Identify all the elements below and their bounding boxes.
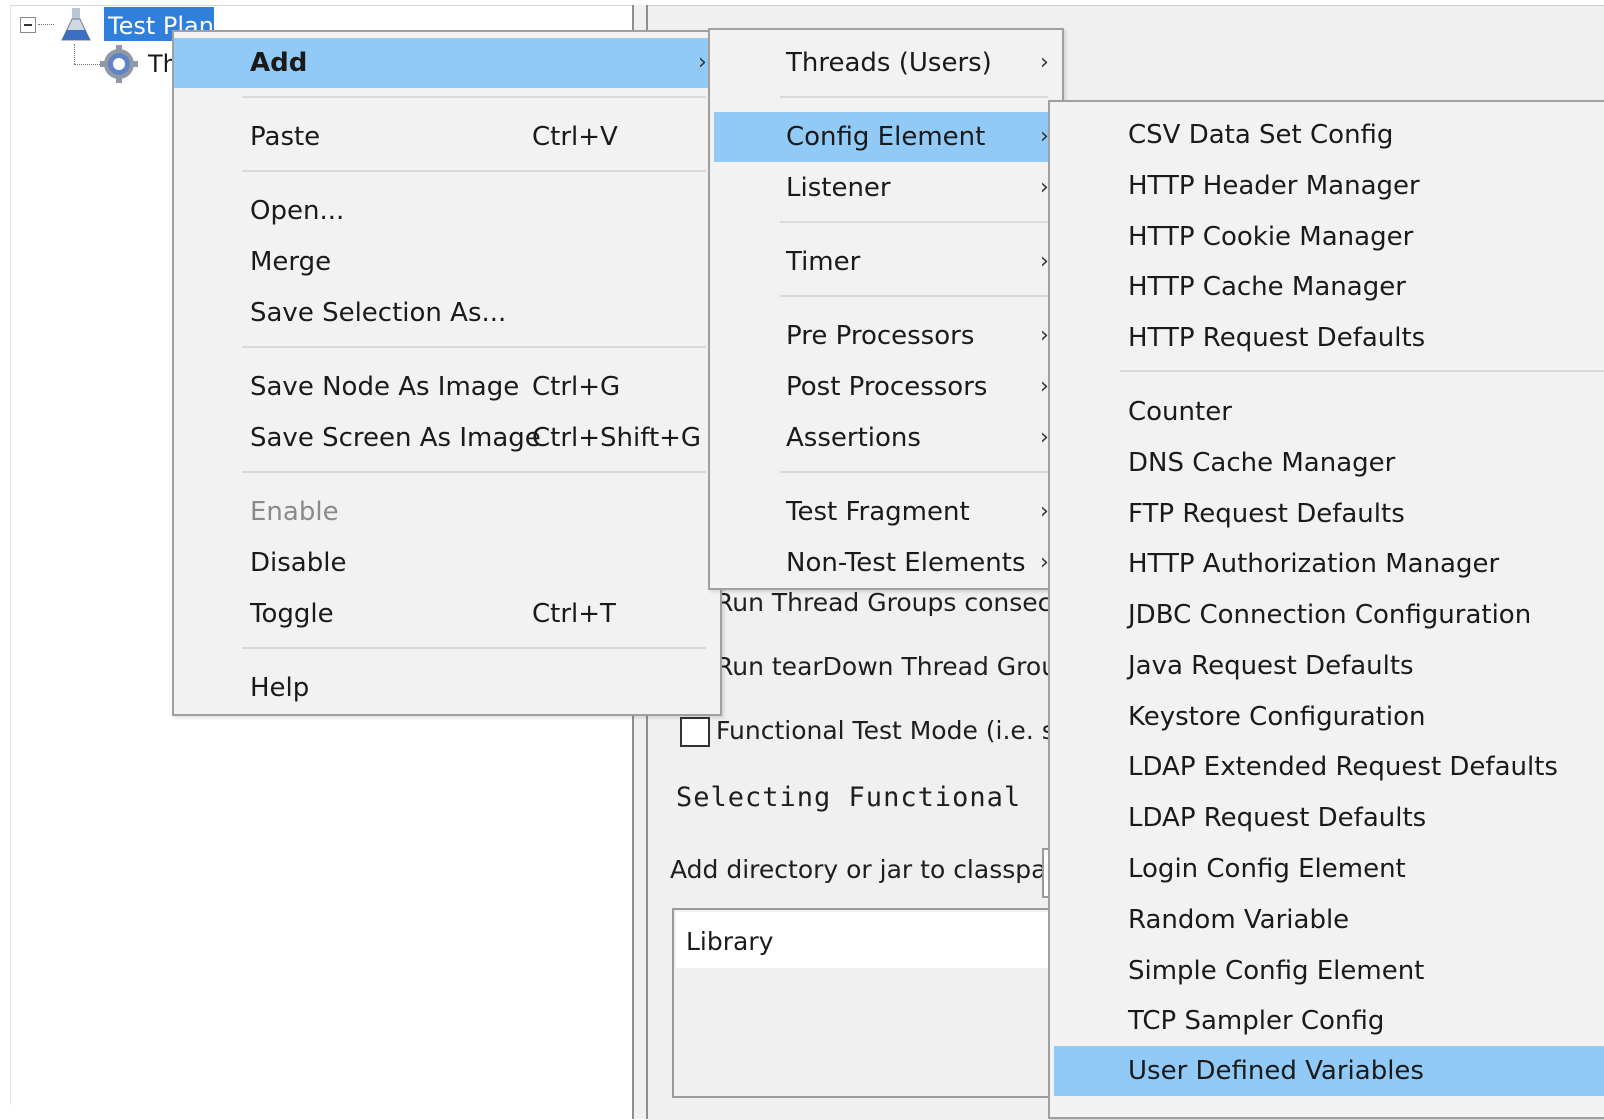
tree-node-thread-group[interactable]: Th	[148, 44, 174, 84]
menu-item-disable[interactable]: Disable	[174, 538, 720, 588]
menu-separator	[242, 346, 706, 348]
menu-separator	[242, 647, 706, 649]
menu-separator	[780, 221, 1048, 223]
menu-item-ftp-request-defaults[interactable]: FTP Request Defaults	[1050, 489, 1604, 539]
menu-item-post-processors[interactable]: Post Processors ›	[710, 362, 1062, 412]
menu-item-config-element[interactable]: Config Element ›	[714, 112, 1062, 162]
menu-item-http-cache-manager[interactable]: HTTP Cache Manager	[1050, 262, 1604, 312]
test-plan-flask-icon	[61, 8, 91, 41]
menu-separator	[1120, 370, 1604, 372]
menu-item-enable: Enable	[250, 497, 339, 527]
menu-item-user-defined-variables[interactable]: User Defined Variables	[1054, 1046, 1604, 1096]
library-column-header: Library	[676, 912, 1060, 968]
menu-item-dns-cache-manager[interactable]: DNS Cache Manager	[1050, 438, 1604, 488]
context-menu: Add › Paste Ctrl+V Open... Merge Save Se…	[172, 30, 722, 716]
menu-item-simple-config-element[interactable]: Simple Config Element	[1050, 946, 1604, 996]
add-classpath-label: Add directory or jar to classpath	[670, 855, 1042, 884]
menu-item-help[interactable]: Help	[174, 663, 720, 713]
menu-separator	[780, 96, 1048, 98]
menu-separator	[242, 96, 706, 98]
menu-item-save-node-image[interactable]: Save Node As Image Ctrl+G	[174, 362, 720, 412]
selecting-functional-note: Selecting Functional	[676, 782, 1022, 813]
menu-item-jdbc-connection-configuration[interactable]: JDBC Connection Configuration	[1050, 590, 1604, 640]
config-element-submenu: CSV Data Set Config HTTP Header Manager …	[1048, 100, 1604, 1119]
menu-item-toggle[interactable]: Toggle Ctrl+T	[174, 589, 720, 639]
menu-item-non-test-elements[interactable]: Non-Test Elements ›	[710, 538, 1062, 588]
functional-test-mode-checkbox[interactable]	[680, 717, 710, 747]
menu-item-http-header-manager[interactable]: HTTP Header Manager	[1050, 161, 1604, 211]
menu-item-test-fragment[interactable]: Test Fragment ›	[710, 487, 1062, 537]
menu-item-add[interactable]: Add ›	[174, 38, 720, 88]
menu-separator	[242, 170, 706, 172]
menu-separator	[780, 295, 1048, 297]
menu-separator	[780, 471, 1048, 473]
menu-item-merge[interactable]: Merge	[174, 237, 720, 287]
menu-item-pre-processors[interactable]: Pre Processors ›	[710, 311, 1062, 361]
menu-item-assertions[interactable]: Assertions ›	[710, 413, 1062, 463]
submenu-arrow-icon: ›	[1040, 50, 1049, 75]
menu-item-paste[interactable]: Paste Ctrl+V	[174, 112, 720, 162]
menu-item-ldap-extended-request-defaults[interactable]: LDAP Extended Request Defaults	[1050, 742, 1604, 792]
menu-item-random-variable[interactable]: Random Variable	[1050, 895, 1604, 945]
menu-item-login-config-element[interactable]: Login Config Element	[1050, 844, 1604, 894]
menu-separator	[242, 471, 706, 473]
menu-item-listener[interactable]: Listener ›	[710, 163, 1062, 213]
menu-item-keystore-configuration[interactable]: Keystore Configuration	[1050, 692, 1604, 742]
menu-item-ldap-request-defaults[interactable]: LDAP Request Defaults	[1050, 793, 1604, 843]
submenu-arrow-icon: ›	[698, 50, 707, 75]
menu-item-tcp-sampler-config[interactable]: TCP Sampler Config	[1050, 996, 1604, 1046]
menu-item-timer[interactable]: Timer ›	[710, 237, 1062, 287]
menu-item-counter[interactable]: Counter	[1050, 387, 1604, 437]
menu-item-open[interactable]: Open...	[174, 186, 720, 236]
menu-item-http-cookie-manager[interactable]: HTTP Cookie Manager	[1050, 212, 1604, 262]
menu-item-http-request-defaults[interactable]: HTTP Request Defaults	[1050, 313, 1604, 363]
functional-test-mode-label: Functional Test Mode (i.e. sav	[716, 716, 1052, 745]
menu-item-save-selection[interactable]: Save Selection As...	[174, 288, 720, 338]
add-submenu: Threads (Users) › Config Element › Liste…	[708, 28, 1064, 590]
menu-item-java-request-defaults[interactable]: Java Request Defaults	[1050, 641, 1604, 691]
library-table[interactable]: Library	[672, 908, 1062, 1098]
menu-item-threads[interactable]: Threads (Users) ›	[710, 38, 1062, 88]
run-teardown-label: Run tearDown Thread Groups	[716, 652, 1052, 681]
menu-item-http-authorization-manager[interactable]: HTTP Authorization Manager	[1050, 539, 1604, 589]
tree-collapse-toggle[interactable]	[20, 17, 36, 33]
thread-group-gear-icon	[100, 45, 138, 83]
menu-item-csv-data-set-config[interactable]: CSV Data Set Config	[1050, 110, 1604, 160]
menu-item-save-screen-image[interactable]: Save Screen As Image Ctrl+Shift+G	[174, 413, 720, 463]
